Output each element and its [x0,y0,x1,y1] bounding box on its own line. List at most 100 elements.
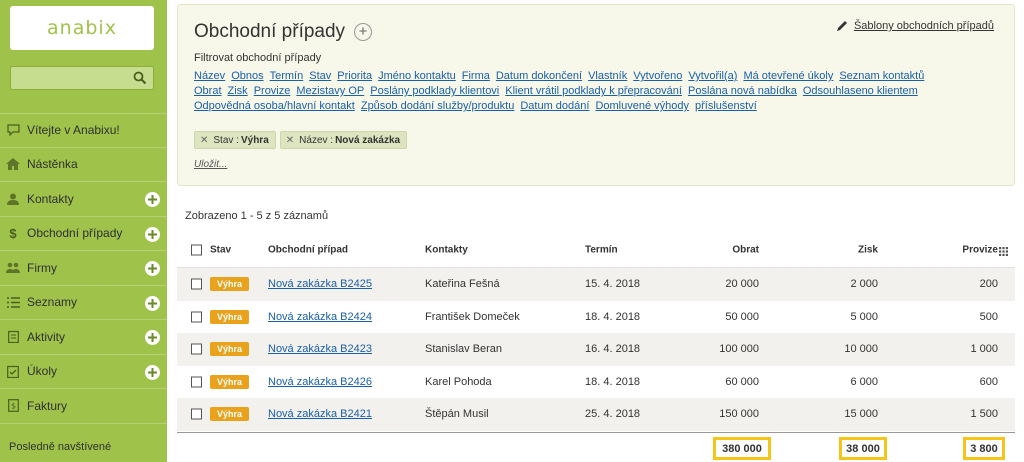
filter-field-link[interactable]: Mezistavy OP [296,85,364,97]
sidebar-item-invoices[interactable]: $ Faktury [0,389,167,424]
commission-value: 200 [979,278,998,291]
filter-field-link[interactable]: Datum dodání [520,100,589,112]
remove-filter-icon[interactable]: ✕ [200,135,208,146]
deal-link[interactable]: Nová zakázka B2424 [268,311,372,323]
sidebar-item-deals[interactable]: $ Obchodní případy [0,217,167,251]
people-icon [6,261,20,275]
results-count: Zobrazeno 1 - 5 z 5 záznamů [185,210,329,222]
add-deal-button[interactable] [145,226,160,242]
status-badge: Výhra [210,342,250,357]
filter-field-link[interactable]: Seznam kontaktů [839,70,924,82]
status-badge: Výhra [210,407,250,422]
sidebar-item-tasks[interactable]: Úkoly [0,355,167,389]
add-activity-button[interactable] [145,330,160,345]
column-header-contacts[interactable]: Kontakty [425,244,468,255]
add-company-button[interactable] [145,261,160,276]
sidebar-item-label: Firmy [27,260,57,275]
column-header-term[interactable]: Termín [585,244,618,255]
filter-field-link[interactable]: Obnos [231,70,263,82]
recently-visited-label[interactable]: Posledně navštívené [9,441,111,453]
table-row: Výhra Nová zakázka B2426 Karel Pohoda 18… [177,366,1015,399]
profit-value: 15 000 [844,408,878,421]
row-checkbox[interactable] [191,311,202,323]
column-header-stav[interactable]: Stav [210,244,231,255]
sidebar-nav: Vítejte v Anabixu! Nástěnka Kontakty $ O… [0,113,167,424]
row-checkbox[interactable] [191,408,202,420]
search-icon[interactable] [133,71,147,85]
filter-field-link[interactable]: Jméno kontaktu [378,70,456,82]
sidebar-item-contacts[interactable]: Kontakty [0,182,167,217]
filter-field-link[interactable]: Odsouhlaseno klientem [803,85,918,97]
contact-name: Štěpán Musil [425,408,489,421]
filter-field-link[interactable]: Zisk [228,85,248,97]
filter-links-row: Název Obnos Termín Stav Priorita Jméno kontak… [194,68,994,83]
add-task-button[interactable] [145,364,160,380]
filter-field-link[interactable]: Způsob dodání služby/produktu [361,100,515,112]
sidebar-item-label: Úkoly [27,364,58,379]
home-icon [6,157,20,171]
status-badge: Výhra [210,309,250,324]
profit-value: 10 000 [844,343,878,356]
row-checkbox[interactable] [191,376,202,388]
filter-field-link[interactable]: Domluvené výhody [595,100,689,112]
chat-bubble-icon [6,123,20,137]
sidebar-item-label: Seznamy [27,295,78,310]
invoice-icon: $ [6,399,20,413]
remove-filter-icon[interactable]: ✕ [286,135,294,146]
row-checkbox[interactable] [191,278,202,290]
column-header-profit[interactable]: Zisk [858,244,878,255]
turnover-value: 100 000 [719,343,759,356]
term-date: 18. 4. 2018 [585,310,641,323]
filter-chip-key: Stav : [213,134,239,146]
search-box [10,66,154,90]
logo[interactable]: anabix [10,6,154,50]
filter-field-link[interactable]: Vlastník [588,70,627,82]
profit-value: 2 000 [850,278,878,291]
pencil-icon [836,21,847,31]
filter-chip-stav: ✕ Stav : Výhra [194,131,276,149]
table-row: Výhra Nová zakázka B2424 František Domeč… [177,301,1015,334]
select-all-checkbox[interactable] [191,244,202,255]
clipboard-icon [6,330,20,344]
total-profit: 38 000 [839,437,887,460]
deal-link[interactable]: Nová zakázka B2426 [268,376,372,388]
sidebar-item-label: Vítejte v Anabixu! [27,123,120,138]
deal-templates-link[interactable]: Šablony obchodních případů [836,20,994,32]
add-deal-title-button[interactable]: + [354,23,372,41]
column-header-turnover[interactable]: Obrat [732,244,759,255]
filter-field-link[interactable]: Termín [270,70,304,82]
filter-field-link[interactable]: Stav [309,70,331,82]
filter-field-link[interactable]: příslušenství [695,100,757,112]
deal-templates-label: Šablony obchodních případů [853,20,994,32]
search-input[interactable] [11,67,129,89]
filter-field-link[interactable]: Obrat [194,85,222,97]
column-header-deal[interactable]: Obchodní případ [268,244,348,255]
filter-field-link[interactable]: Poslány podklady klientovi [370,85,499,97]
sidebar-item-lists[interactable]: Seznamy [0,286,167,320]
deal-link[interactable]: Nová zakázka B2423 [268,343,372,355]
add-list-button[interactable] [145,295,160,311]
sidebar-item-label: Aktivity [27,329,66,344]
filter-field-link[interactable]: Firma [462,70,490,82]
filter-field-link[interactable]: Název [194,70,225,82]
filter-field-link[interactable]: Vytvořeno [633,70,682,82]
add-contact-button[interactable] [145,192,160,207]
filter-field-link[interactable]: Datum dokončení [496,70,582,82]
sidebar-item-companies[interactable]: Firmy [0,251,167,286]
filter-field-link[interactable]: Priorita [337,70,372,82]
filter-field-link[interactable]: Má otevřené úkoly [743,70,833,82]
save-filter-link[interactable]: Uložit... [194,159,227,170]
filter-field-link[interactable]: Poslána nová nabídka [688,85,797,97]
sidebar-item-welcome[interactable]: Vítejte v Anabixu! [0,113,167,148]
deal-link[interactable]: Nová zakázka B2425 [268,278,372,290]
row-checkbox[interactable] [191,343,202,355]
filter-field-link[interactable]: Vytvořil(a) [688,70,737,82]
filter-field-link[interactable]: Provize [254,85,291,97]
column-header-commission[interactable]: Provize [962,244,998,255]
deal-link[interactable]: Nová zakázka B2421 [268,408,372,420]
filter-field-link[interactable]: Odpovědná osoba/hlavní kontakt [194,100,355,112]
column-settings-icon[interactable] [999,247,1008,256]
sidebar-item-dashboard[interactable]: Nástěnka [0,148,167,182]
sidebar-item-activities[interactable]: Aktivity [0,320,167,355]
filter-field-link[interactable]: Klient vrátil podklady k přepracování [505,85,682,97]
